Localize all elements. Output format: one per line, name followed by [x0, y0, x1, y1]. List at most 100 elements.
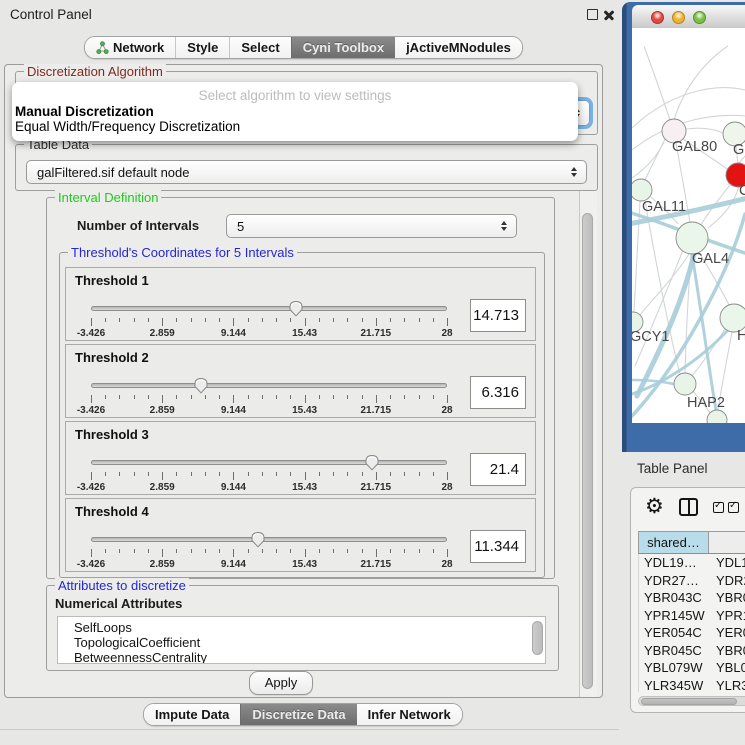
slider-tick	[105, 472, 106, 476]
threshold-slider[interactable]: -3.4262.8599.14415.4321.71528	[91, 304, 447, 338]
table-row[interactable]: YBL079WYBL0	[639, 659, 745, 677]
threshold-label: Threshold 1	[75, 273, 149, 288]
table-row[interactable]: YBR045CYBR0	[639, 642, 745, 660]
slider-tick	[162, 472, 163, 480]
slider-tick	[333, 395, 334, 399]
column-header-shared[interactable]: shared…	[639, 532, 709, 553]
tab-jactivemnodules[interactable]: jActiveMNodules	[395, 37, 522, 58]
slider-tick-label: -3.426	[77, 482, 105, 493]
slider-tick	[404, 318, 405, 322]
number-of-intervals-combo[interactable]: 5	[226, 214, 517, 238]
slider-tick	[419, 549, 420, 553]
network-node[interactable]	[707, 410, 727, 423]
slider-tick	[262, 472, 263, 476]
slider-track[interactable]	[91, 537, 447, 542]
slider-thumb[interactable]	[251, 531, 266, 548]
slider-tick	[433, 395, 434, 399]
checkbox-icon[interactable]: ✓	[713, 502, 724, 513]
list-scrollbar-thumb[interactable]	[532, 621, 543, 655]
slider-track[interactable]	[91, 383, 447, 388]
tab-discretize-data[interactable]: Discretize Data	[240, 704, 356, 725]
network-window-titlebar[interactable]	[632, 5, 745, 29]
split-view-icon[interactable]	[679, 498, 698, 516]
algorithm-option-equal-width-frequency-discretization[interactable]: Equal Width/Frequency Discretization	[15, 119, 240, 134]
table-panel: ⚙ ✓ ✓ shared…n YDL19…YDL1YDR27…YDR2YBR04…	[630, 487, 745, 713]
slider-track[interactable]	[91, 306, 447, 311]
table-row[interactable]: YDR27…YDR2	[639, 572, 745, 590]
network-node-label: C	[739, 183, 745, 199]
slider-thumb[interactable]	[365, 454, 380, 471]
network-node-hap2[interactable]	[674, 373, 696, 395]
slider-track[interactable]	[91, 460, 447, 465]
close-icon[interactable]	[602, 9, 615, 22]
table-hscrollbar-thumb[interactable]	[641, 698, 737, 705]
table-row[interactable]: YLR345WYLR3	[639, 677, 745, 693]
slider-thumb[interactable]	[289, 300, 304, 317]
slider-tick	[191, 549, 192, 553]
slider-tick	[447, 318, 448, 326]
network-window[interactable]: GAL80G.CGAL11GAL4GCY1HHAP2	[622, 2, 745, 452]
slider-tick	[433, 472, 434, 476]
threshold-value-field[interactable]: 6.316	[470, 376, 526, 409]
tab-network[interactable]: Network	[85, 37, 175, 58]
tab-style[interactable]: Style	[175, 37, 229, 58]
network-node-gal11[interactable]	[632, 179, 652, 201]
network-canvas[interactable]: GAL80G.CGAL11GAL4GCY1HHAP2	[632, 28, 745, 423]
slider-thumb[interactable]	[194, 377, 209, 394]
threshold-value-field[interactable]: 14.713	[470, 299, 526, 332]
table-cell: YBR045C	[639, 643, 709, 658]
numerical-attributes-heading: Numerical Attributes	[55, 596, 182, 611]
threshold-value-field[interactable]: 11.344	[470, 530, 526, 563]
panel-scrollbar[interactable]	[579, 191, 597, 697]
checkbox-icon[interactable]: ✓	[728, 502, 739, 513]
slider-tick	[390, 549, 391, 553]
table-row[interactable]: YPR145WYPR1	[639, 607, 745, 625]
slider-tick	[162, 318, 163, 326]
float-window-icon[interactable]	[587, 9, 598, 20]
tab-infer-network[interactable]: Infer Network	[357, 704, 462, 725]
attribute-item-topologicalcoefficient[interactable]: TopologicalCoefficient	[58, 635, 545, 650]
apply-button[interactable]: Apply	[249, 671, 313, 695]
network-node-gal4[interactable]	[676, 222, 708, 254]
algorithm-option-manual-discretization[interactable]: Manual Discretization	[15, 104, 154, 119]
slider-tick-label: 9.144	[221, 559, 246, 570]
slider-tick	[290, 549, 291, 553]
slider-tick-label: 9.144	[221, 405, 246, 416]
tab-cyni-toolbox[interactable]: Cyni Toolbox	[291, 37, 395, 58]
table-cell: YBL0	[709, 660, 745, 675]
slider-tick	[205, 549, 206, 553]
zoom-traffic-light-icon[interactable]	[693, 11, 706, 24]
table-cell: YBR043C	[639, 590, 709, 605]
threshold-slider[interactable]: -3.4262.8599.14415.4321.71528	[91, 535, 447, 569]
slider-tick	[91, 318, 92, 326]
gear-icon[interactable]: ⚙	[645, 494, 664, 519]
numerical-attributes-list[interactable]: SelfLoopsTopologicalCoefficientBetweenne…	[57, 616, 546, 664]
table-row[interactable]: YBR043CYBR0	[639, 589, 745, 607]
minimize-traffic-light-icon[interactable]	[672, 11, 685, 24]
table-data-combo[interactable]: galFiltered.sif default node	[26, 160, 587, 184]
thresholds-group: Threshold's Coordinates for 5 Intervals …	[59, 252, 545, 578]
tab-impute-data[interactable]: Impute Data	[144, 704, 240, 725]
table-row[interactable]: YER054CYER0	[639, 624, 745, 642]
slider-tick	[134, 395, 135, 399]
close-traffic-light-icon[interactable]	[651, 11, 664, 24]
tab-select[interactable]: Select	[229, 37, 290, 58]
table-cell: YBR0	[709, 590, 745, 605]
threshold-value-field[interactable]: 21.4	[470, 453, 526, 486]
slider-tick	[276, 318, 277, 322]
slider-tick	[205, 472, 206, 476]
node-attribute-table: shared…n YDL19…YDL1YDR27…YDR2YBR043CYBR0…	[638, 531, 745, 695]
threshold-slider[interactable]: -3.4262.8599.14415.4321.71528	[91, 458, 447, 492]
table-row[interactable]: YDL19…YDL1	[639, 554, 745, 572]
threshold-label: Threshold 3	[75, 427, 149, 442]
table-hscrollbar[interactable]	[638, 696, 745, 706]
panel-scrollbar-thumb[interactable]	[582, 213, 593, 689]
column-header-n[interactable]: n	[709, 532, 745, 553]
slider-tick	[233, 318, 234, 326]
attribute-item-selfloops[interactable]: SelfLoops	[58, 620, 545, 635]
attribute-item-betweennesscentrality[interactable]: BetweennessCentrality	[58, 650, 545, 664]
top-tab-bar: NetworkStyleSelectCyni ToolboxjActiveMNo…	[84, 36, 523, 59]
attributes-title: Attributes to discretize	[55, 578, 189, 593]
slider-tick-label: 28	[441, 482, 452, 493]
threshold-slider[interactable]: -3.4262.8599.14415.4321.71528	[91, 381, 447, 415]
